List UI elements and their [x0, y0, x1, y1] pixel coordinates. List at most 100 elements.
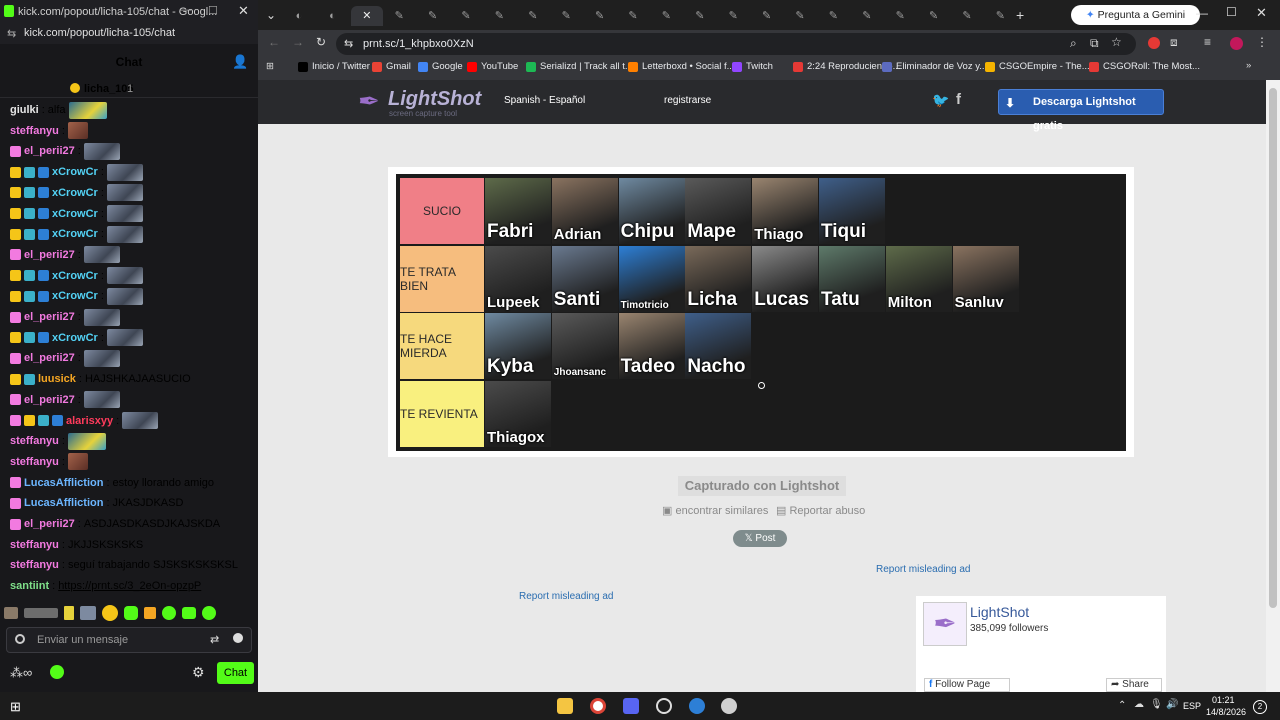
report-ad-link-2[interactable]: Report misleading ad [519, 591, 614, 602]
maximize-icon[interactable]: ☐ [208, 4, 218, 17]
chat-username[interactable]: steffanyu [10, 431, 59, 451]
profile-avatar[interactable] [1230, 37, 1243, 50]
bookmark-star-icon[interactable]: ☆ [1111, 35, 1122, 49]
emote-icon[interactable] [4, 607, 18, 619]
zoom-icon[interactable]: ⌕ [1070, 36, 1077, 51]
follow-page-button[interactable]: f Follow Page [924, 678, 1010, 692]
close-icon[interactable]: ✕ [1256, 5, 1267, 21]
chat-username[interactable]: santiint [10, 576, 49, 596]
emote-icon[interactable] [162, 606, 176, 620]
new-tab-icon[interactable]: + [1016, 7, 1024, 23]
chat-username[interactable]: el_perii27 [24, 141, 75, 161]
emoji-toggle-icon[interactable] [15, 634, 25, 644]
emote-icon[interactable] [80, 606, 96, 620]
maximize-icon[interactable]: ☐ [1226, 5, 1237, 19]
similar-link[interactable]: ▣ encontrar similares [662, 504, 768, 517]
chat-username[interactable]: xCrowCr [52, 328, 98, 348]
clock-date[interactable]: 14/8/2026 [1206, 707, 1246, 717]
tab[interactable]: ◐ [284, 6, 314, 26]
reload-icon[interactable]: ↻ [316, 35, 326, 49]
wifi-icon[interactable]: ☁ [1134, 699, 1144, 710]
lightshot-avatar[interactable]: ✒ [923, 602, 967, 646]
site-info-icon[interactable]: ⇆ [344, 37, 353, 50]
back-icon[interactable]: ← [268, 35, 280, 49]
address-bar[interactable]: ⇆ prnt.sc/1_khpbxo0XzN ⌕ ⧉ ☆ [336, 33, 1136, 55]
chat-username[interactable]: alarisxyy [66, 411, 113, 431]
chat-username[interactable]: steffanyu [10, 555, 59, 575]
download-button[interactable]: ⬇ Descarga Lightshot gratis [998, 89, 1164, 132]
clock-time[interactable]: 01:21 [1212, 695, 1235, 705]
lightshot-logo[interactable]: LightShot [388, 88, 481, 111]
tab[interactable]: ✎ [551, 6, 581, 26]
tab[interactable]: ✎ [852, 6, 882, 26]
twitter-icon[interactable]: 🐦 [932, 92, 949, 109]
tab[interactable]: ✎ [818, 6, 848, 26]
emote-icon[interactable] [102, 605, 118, 621]
post-button[interactable]: 𝕏 Post [733, 530, 787, 547]
scrollbar-thumb[interactable] [1269, 88, 1277, 608]
settings-gear-icon[interactable]: ⚙ [192, 664, 205, 681]
more-bookmarks-icon[interactable]: » [1246, 60, 1251, 71]
bookmark-item[interactable]: CSGOEmpire - The... [985, 61, 1090, 72]
app-icon[interactable] [721, 698, 737, 714]
chat-username[interactable]: LucasAffliction [24, 493, 103, 513]
steam-icon[interactable] [656, 698, 672, 714]
tab[interactable]: ✎ [919, 6, 949, 26]
emoji-icon[interactable] [233, 633, 243, 643]
message-input[interactable]: Enviar un mensaje ⇄ [6, 627, 252, 653]
bookmark-item[interactable]: Google [418, 61, 463, 72]
fb-page-name[interactable]: LightShot [970, 604, 1029, 620]
chat-username[interactable]: LucasAffliction [24, 473, 103, 493]
chat-username[interactable]: xCrowCr [52, 266, 98, 286]
menu-icon[interactable]: ⋮ [1256, 35, 1268, 49]
gemini-button[interactable]: ✦ Pregunta a Gemini [1071, 5, 1200, 25]
tab[interactable]: ✎ [618, 6, 648, 26]
chat-username[interactable]: steffanyu [10, 121, 59, 141]
emote-icon[interactable] [144, 607, 156, 619]
kick-url-bar[interactable]: ⇆ kick.com/popout/licha-105/chat [0, 24, 258, 44]
bookmark-item[interactable]: CSGORoll: The Most... [1089, 61, 1200, 72]
tab[interactable]: ✎ [418, 6, 448, 26]
tab[interactable]: ✎ [885, 6, 915, 26]
bookmark-item[interactable]: Serializd | Track all t... [526, 61, 633, 72]
report-link[interactable]: ▤ Reportar abuso [776, 504, 865, 517]
tab[interactable]: ✎ [518, 6, 548, 26]
emote-icon[interactable] [182, 607, 196, 619]
tab[interactable]: ✎ [952, 6, 982, 26]
tab[interactable]: ◐ [317, 6, 347, 26]
user-settings-icon[interactable]: 👤 [232, 54, 248, 70]
emote-icon[interactable] [202, 606, 216, 620]
bookmark-item[interactable]: YouTube [467, 61, 518, 72]
tab[interactable]: ✎ [585, 6, 615, 26]
tab[interactable]: ✎ [451, 6, 481, 26]
chat-text[interactable]: https://prnt.sc/3_2eOn-opzpP [58, 576, 201, 596]
share-button[interactable]: ➦ Share [1106, 678, 1162, 692]
chat-username[interactable]: xCrowCr [52, 183, 98, 203]
bookmark-item[interactable]: Gmail [372, 61, 411, 72]
site-info-icon[interactable]: ⇆ [7, 27, 16, 40]
chat-username[interactable]: luusick [38, 369, 76, 389]
tab[interactable]: ✎ [685, 6, 715, 26]
chat-username[interactable]: el_perii27 [24, 514, 75, 534]
chat-username[interactable]: el_perii27 [24, 245, 75, 265]
tab[interactable]: ✎ [651, 6, 681, 26]
chat-username[interactable]: xCrowCr [52, 286, 98, 306]
tab[interactable]: ✎ [785, 6, 815, 26]
tab[interactable]: ✎ [484, 6, 514, 26]
bookmark-item[interactable]: Twitch [732, 61, 773, 72]
forward-icon[interactable]: → [292, 35, 304, 49]
chat-username[interactable]: xCrowCr [52, 162, 98, 182]
chat-username[interactable]: steffanyu [10, 535, 59, 555]
chat-username[interactable]: el_perii27 [24, 348, 75, 368]
bookmark-item[interactable]: Eliminador de Voz y... [882, 61, 987, 72]
translate-icon[interactable]: ⇄ [210, 633, 219, 646]
facebook-icon[interactable]: f [956, 91, 961, 108]
tab-search-icon[interactable]: ⌄ [266, 8, 276, 22]
discord-icon[interactable] [623, 698, 639, 714]
bookmark-item[interactable]: Inicio / Twitter [298, 61, 370, 72]
tab[interactable]: ✎ [985, 6, 1015, 26]
minimize-icon[interactable]: — [180, 4, 191, 16]
ea-icon[interactable] [689, 698, 705, 714]
register-link[interactable]: registrarse [664, 95, 711, 106]
apps-icon[interactable]: ⊞ [266, 61, 274, 72]
